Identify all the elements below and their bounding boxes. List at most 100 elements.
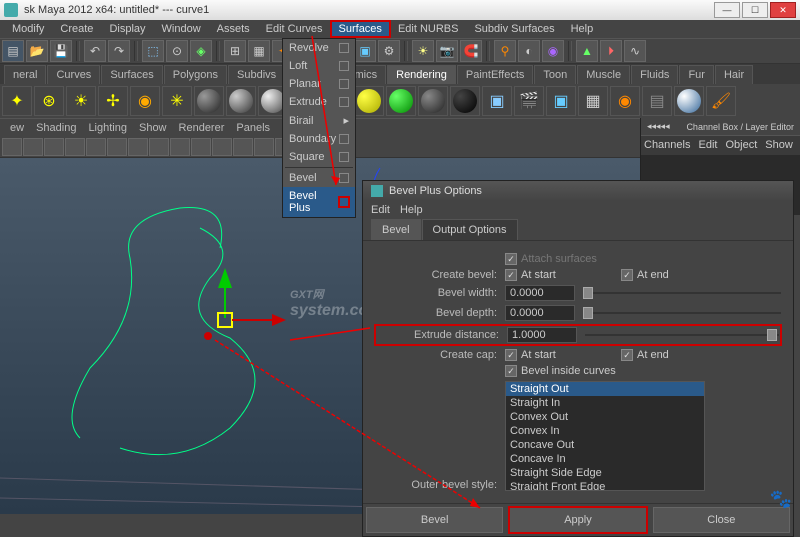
- tab-fluids[interactable]: Fluids: [631, 65, 678, 84]
- tab-curves[interactable]: Curves: [47, 65, 100, 84]
- mat-yellow-icon[interactable]: [354, 86, 384, 116]
- btn-apply[interactable]: Apply: [509, 507, 646, 533]
- menu-help[interactable]: Help: [563, 21, 602, 37]
- light-spot-icon[interactable]: ✦: [2, 86, 32, 116]
- shelf-undo-icon[interactable]: ↶: [84, 40, 106, 62]
- dd-birail[interactable]: Birail▸: [283, 111, 355, 130]
- inp-extrude-dist[interactable]: [507, 327, 577, 343]
- pm-show[interactable]: Show: [133, 120, 173, 136]
- menu-edit-nurbs[interactable]: Edit NURBS: [390, 21, 467, 37]
- dd-revolve[interactable]: Revolve: [283, 39, 355, 57]
- shelf-settings-icon[interactable]: ⚙: [378, 40, 400, 62]
- inp-bevel-depth[interactable]: [505, 305, 575, 321]
- menu-display[interactable]: Display: [101, 21, 153, 37]
- render-icon[interactable]: 🎬: [514, 86, 544, 116]
- sld-bevel-width[interactable]: [583, 286, 781, 300]
- lb-item-3[interactable]: Convex In: [506, 424, 704, 438]
- maximize-button[interactable]: ☐: [742, 2, 768, 18]
- chk-bevel-start[interactable]: ✓: [505, 269, 517, 281]
- dialog-titlebar[interactable]: Bevel Plus Options: [363, 181, 793, 201]
- lb-item-1[interactable]: Straight In: [506, 396, 704, 410]
- mat-chrome-icon[interactable]: [674, 86, 704, 116]
- mat-black-icon[interactable]: [450, 86, 480, 116]
- shelf-light-icon[interactable]: ☀: [412, 40, 434, 62]
- chk-inside[interactable]: ✓: [505, 365, 517, 377]
- cb-tab-channels[interactable]: Channels: [644, 139, 690, 152]
- lb-item-7[interactable]: Straight Front Edge: [506, 480, 704, 491]
- shelf-graph-icon[interactable]: ∿: [624, 40, 646, 62]
- light-vol-icon[interactable]: ◉: [130, 86, 160, 116]
- light-area-icon[interactable]: ✢: [98, 86, 128, 116]
- pt-7[interactable]: [128, 138, 148, 156]
- render-view-icon[interactable]: ▣: [482, 86, 512, 116]
- pt-9[interactable]: [170, 138, 190, 156]
- menu-edit-curves[interactable]: Edit Curves: [258, 21, 331, 37]
- batch-icon[interactable]: ▦: [578, 86, 608, 116]
- tab-fur[interactable]: Fur: [679, 65, 714, 84]
- lb-item-6[interactable]: Straight Side Edge: [506, 466, 704, 480]
- hypershade-icon[interactable]: ◉: [610, 86, 640, 116]
- shelf-constraint-icon[interactable]: ⚲: [494, 40, 516, 62]
- ipr-icon[interactable]: ▣: [546, 86, 576, 116]
- listbox-outer-style[interactable]: Straight Out Straight In Convex Out Conv…: [505, 381, 705, 491]
- shelf-save-icon[interactable]: 💾: [50, 40, 72, 62]
- pm-lighting[interactable]: Lighting: [82, 120, 133, 136]
- mat-blinn-icon[interactable]: [226, 86, 256, 116]
- cb-tab-show[interactable]: Show: [765, 139, 793, 152]
- shelf-grid-icon[interactable]: ▦: [248, 40, 270, 62]
- shelf-snap-icon[interactable]: ⊞: [224, 40, 246, 62]
- dd-planar[interactable]: Planar: [283, 75, 355, 93]
- shelf-anim-icon[interactable]: ⏵: [600, 40, 622, 62]
- dd-square[interactable]: Square: [283, 148, 355, 166]
- dd-bevel[interactable]: Bevel: [283, 169, 355, 187]
- pt-1[interactable]: [2, 138, 22, 156]
- menu-assets[interactable]: Assets: [209, 21, 258, 37]
- pt-13[interactable]: [254, 138, 274, 156]
- texture-icon[interactable]: ▤: [642, 86, 672, 116]
- tab-subdivs[interactable]: Subdivs: [228, 65, 285, 84]
- menu-subdiv-surfaces[interactable]: Subdiv Surfaces: [466, 21, 562, 37]
- shelf-redo-icon[interactable]: ↷: [108, 40, 130, 62]
- menu-create[interactable]: Create: [52, 21, 101, 37]
- tab-general[interactable]: neral: [4, 65, 46, 84]
- minimize-button[interactable]: —: [714, 2, 740, 18]
- light-point-icon[interactable]: ⊛: [34, 86, 64, 116]
- tab-toon[interactable]: Toon: [534, 65, 576, 84]
- pt-10[interactable]: [191, 138, 211, 156]
- pt-4[interactable]: [65, 138, 85, 156]
- sld-bevel-depth[interactable]: [583, 306, 781, 320]
- inp-bevel-width[interactable]: [505, 285, 575, 301]
- pm-view[interactable]: ew: [4, 120, 30, 136]
- light-dir-icon[interactable]: ☀: [66, 86, 96, 116]
- shelf-magnet-icon[interactable]: 🧲: [460, 40, 482, 62]
- menu-modify[interactable]: Modify: [4, 21, 52, 37]
- tab-muscle[interactable]: Muscle: [577, 65, 630, 84]
- tab-hair[interactable]: Hair: [715, 65, 753, 84]
- dlg-menu-help[interactable]: Help: [400, 204, 423, 216]
- chk-cap-start[interactable]: ✓: [505, 349, 517, 361]
- cb-tab-edit[interactable]: Edit: [698, 139, 717, 152]
- pt-8[interactable]: [149, 138, 169, 156]
- chk-cap-end[interactable]: ✓: [621, 349, 633, 361]
- tab-rendering[interactable]: Rendering: [387, 65, 456, 84]
- lb-item-2[interactable]: Convex Out: [506, 410, 704, 424]
- btn-close[interactable]: Close: [653, 507, 790, 533]
- chk-attach[interactable]: ✓: [505, 253, 517, 265]
- pm-shading[interactable]: Shading: [30, 120, 82, 136]
- shelf-lasso-icon[interactable]: ⊙: [166, 40, 188, 62]
- lb-item-0[interactable]: Straight Out: [506, 382, 704, 396]
- light-amb-icon[interactable]: ✳: [162, 86, 192, 116]
- pt-12[interactable]: [233, 138, 253, 156]
- shelf-new-icon[interactable]: ▤: [2, 40, 24, 62]
- mat-green-icon[interactable]: [386, 86, 416, 116]
- paint-icon[interactable]: 🖌: [706, 86, 736, 116]
- btn-bevel[interactable]: Bevel: [366, 507, 503, 533]
- shelf-mask-icon[interactable]: ◈: [190, 40, 212, 62]
- tab-surfaces[interactable]: Surfaces: [101, 65, 162, 84]
- dlg-tab-bevel[interactable]: Bevel: [371, 219, 421, 240]
- dd-extrude[interactable]: Extrude: [283, 93, 355, 111]
- cb-tab-object[interactable]: Object: [725, 139, 757, 152]
- shelf-ipr-icon[interactable]: ▣: [354, 40, 376, 62]
- tab-painteffects[interactable]: PaintEffects: [457, 65, 534, 84]
- pm-renderer[interactable]: Renderer: [173, 120, 231, 136]
